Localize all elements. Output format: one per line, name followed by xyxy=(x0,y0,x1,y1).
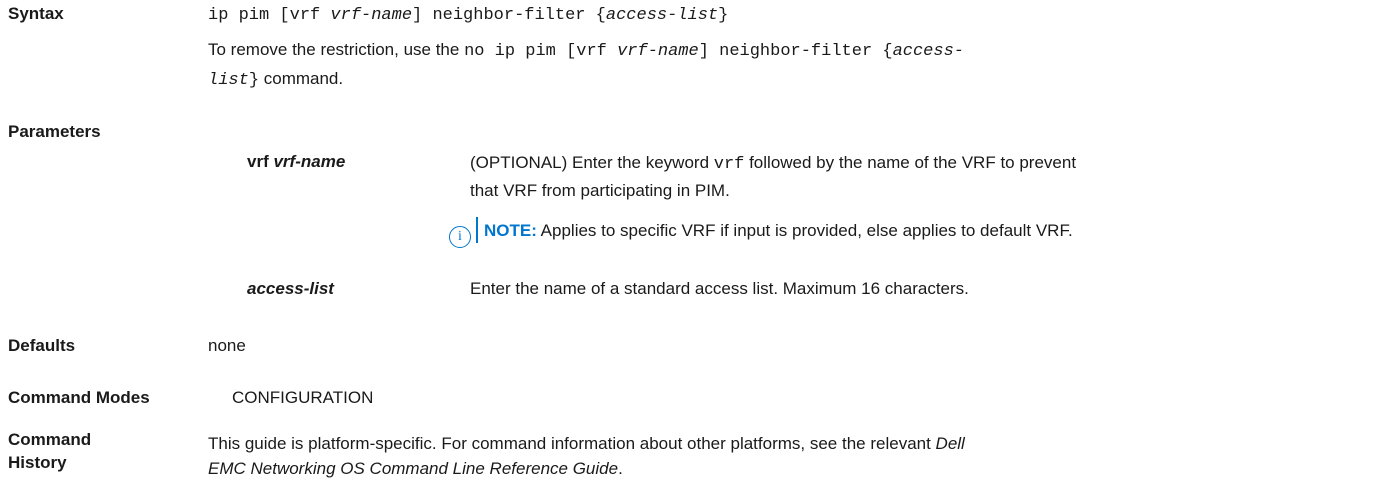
defaults-value: none xyxy=(208,336,246,355)
command-history-end: . xyxy=(618,459,623,478)
parameters-label: Parameters xyxy=(8,122,101,141)
syntax-command-word: command. xyxy=(259,69,344,88)
syntax-command: ip pim [vrf vrf-name] neighbor-filter {a… xyxy=(208,0,728,29)
syntax-no-cmd-part6: } xyxy=(248,71,260,90)
syntax-no-cmd-var-vrf: vrf-name xyxy=(617,42,699,61)
command-history-italic1: Dell xyxy=(935,434,965,453)
param-vrf-description: (OPTIONAL) Enter the keyword vrf followe… xyxy=(470,150,1076,204)
syntax-remove-paragraph: To remove the restriction, use the no ip… xyxy=(208,36,1348,94)
param-vrf-note: i NOTE: Applies to specific VRF if input … xyxy=(449,217,1073,248)
param-vrf-desc-line2: that VRF from participating in PIM. xyxy=(470,181,730,200)
syntax-no-cmd-var-acl2: list xyxy=(208,71,249,90)
param-vrf-keyword: vrf xyxy=(247,152,274,171)
note-text: Applies to specific VRF if input is prov… xyxy=(536,221,1073,240)
info-icon: i xyxy=(449,226,471,248)
syntax-no-cmd-var-acl1: access- xyxy=(892,42,964,61)
command-history-text: This guide is platform-specific. For com… xyxy=(208,431,1348,481)
command-modes-value: CONFIGURATION xyxy=(232,388,374,407)
note-label: NOTE: xyxy=(484,221,537,240)
syntax-cmd-part5: } xyxy=(718,6,729,25)
command-history-text-p1: This guide is platform-specific. For com… xyxy=(208,434,936,453)
syntax-cmd-var-acl: access-list xyxy=(605,6,719,25)
param-vrf-desc-p2: followed by the name of the VRF to preve… xyxy=(744,153,1077,172)
syntax-no-cmd-part3: ] neighbor-filter { xyxy=(698,42,893,61)
defaults-label: Defaults xyxy=(8,336,76,355)
syntax-label: Syntax xyxy=(8,4,64,23)
param-vrf-desc-code: vrf xyxy=(713,155,745,174)
syntax-cmd-part3: ] neighbor-filter { xyxy=(412,6,606,25)
command-history-label: Command History xyxy=(8,428,91,474)
param-vrf-var: vrf-name xyxy=(273,152,346,171)
param-access-list-name: access-list xyxy=(247,279,334,299)
command-history-italic2: EMC Networking OS Command Line Reference… xyxy=(208,459,619,478)
param-vrf-desc-p1: (OPTIONAL) Enter the keyword xyxy=(470,153,714,172)
syntax-cmd-var-vrf: vrf-name xyxy=(330,6,413,25)
param-access-list-description: Enter the name of a standard access list… xyxy=(470,279,969,298)
syntax-no-cmd-part1: no ip pim [vrf xyxy=(464,42,618,61)
syntax-cmd-part1: ip pim [vrf xyxy=(208,6,331,25)
command-history-label-line2: History xyxy=(8,453,67,472)
note-divider xyxy=(476,217,478,243)
param-vrf-name: vrf vrf-name xyxy=(247,152,345,172)
command-history-label-line1: Command xyxy=(8,430,92,449)
param-access-list-var: access-list xyxy=(247,279,334,298)
syntax-remove-text: To remove the restriction, use the xyxy=(208,40,465,59)
command-modes-label: Command Modes xyxy=(8,388,150,407)
